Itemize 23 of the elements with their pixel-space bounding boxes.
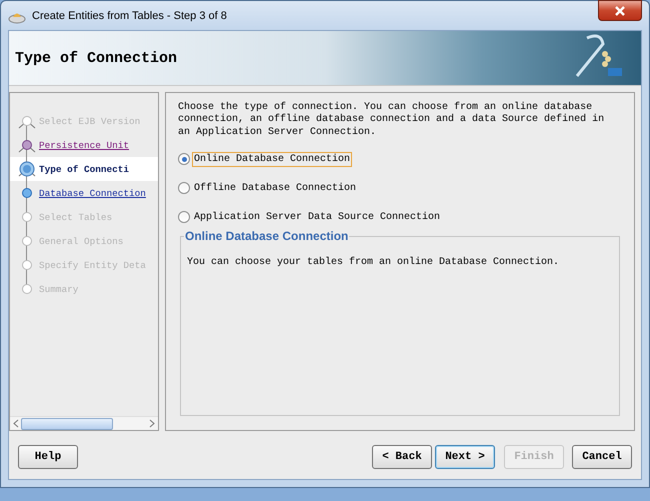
option-label[interactable]: Offline Database Connection <box>192 180 358 196</box>
step-icon <box>18 160 36 178</box>
scroll-right-icon[interactable] <box>149 419 156 428</box>
option-label[interactable]: Online Database Connection <box>192 152 352 167</box>
wizard-button[interactable]: Next > <box>435 445 495 469</box>
close-button[interactable] <box>598 0 642 21</box>
radio-button[interactable] <box>178 182 190 194</box>
description-text: Choose the type of connection. You can choose from an online database connection, an offline database connection and a data Source defined in an Application Server Connection. <box>178 102 606 139</box>
group-title: Online Database Connection <box>184 228 350 243</box>
group-text: You can choose your tables from an online Database Connection. <box>187 256 560 268</box>
wizard-button[interactable]: < Back <box>372 445 432 469</box>
scroll-left-icon[interactable] <box>12 419 19 428</box>
window-title: Create Entities from Tables - Step 3 of 8 <box>32 10 228 22</box>
scrollbar-thumb[interactable] <box>21 418 113 430</box>
wizard-button[interactable]: Cancel <box>572 445 632 469</box>
option-label[interactable]: Application Server Data Source Connection <box>192 210 442 225</box>
step-link[interactable]: Persistence Unit <box>39 140 130 150</box>
step-link[interactable]: Database Connection <box>39 188 146 198</box>
page-title: Type of Connection <box>15 50 178 66</box>
radio-button[interactable] <box>178 211 190 224</box>
close-icon <box>614 6 626 16</box>
help-button[interactable]: Help <box>18 445 78 469</box>
radio-button[interactable] <box>178 153 190 166</box>
